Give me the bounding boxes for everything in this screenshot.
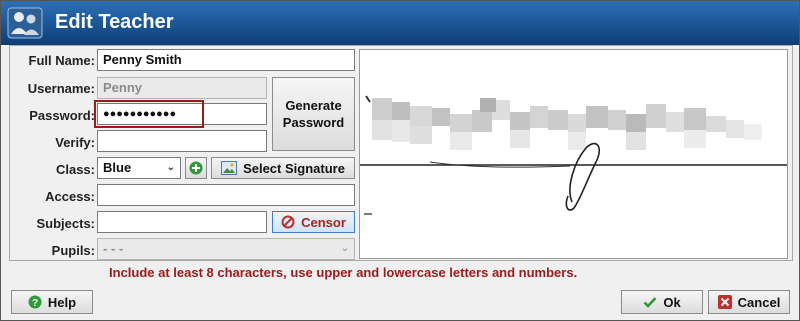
censor-label: Censor: [301, 214, 346, 230]
ok-button[interactable]: Ok: [621, 290, 703, 314]
close-icon: [717, 295, 732, 309]
edit-teacher-dialog: Edit Teacher Full Name: Penny Smith User…: [0, 0, 800, 321]
image-icon: [221, 161, 238, 175]
chevron-down-icon: ⌄: [340, 243, 349, 254]
access-label: Access:: [45, 189, 95, 204]
checkmark-icon: [643, 297, 657, 308]
verify-label: Verify:: [55, 135, 95, 150]
plus-circle-icon: [189, 161, 203, 175]
signature-preview: [359, 49, 788, 259]
cancel-label: Cancel: [737, 294, 781, 310]
access-field[interactable]: [97, 184, 355, 206]
class-select-value: Blue: [103, 160, 132, 175]
help-button[interactable]: ? Help: [11, 290, 93, 314]
verify-field[interactable]: [97, 130, 267, 152]
select-signature-button[interactable]: Select Signature: [211, 157, 355, 179]
full-name-field[interactable]: Penny Smith: [97, 49, 355, 71]
pupils-select[interactable]: - - - ⌄: [97, 238, 355, 260]
help-icon: ?: [28, 295, 42, 309]
select-signature-label: Select Signature: [243, 160, 345, 176]
add-class-button[interactable]: [185, 157, 207, 179]
teachers-icon: [7, 7, 43, 39]
validation-message: Include at least 8 characters, use upper…: [109, 265, 578, 280]
subjects-field[interactable]: [97, 211, 267, 233]
censor-button[interactable]: Censor: [272, 211, 355, 233]
password-highlight-box: [94, 100, 204, 128]
class-select[interactable]: Blue ⌄: [97, 157, 181, 179]
title-bar[interactable]: Edit Teacher: [1, 1, 799, 45]
full-name-label: Full Name:: [28, 53, 95, 68]
signature-image: [360, 95, 787, 215]
help-label: Help: [47, 294, 77, 310]
class-label: Class:: [55, 162, 95, 177]
generate-password-label-line2: Password: [282, 115, 345, 130]
pupils-label: Pupils:: [51, 243, 95, 258]
generate-password-button[interactable]: Generate Password: [272, 77, 355, 151]
subjects-label: Subjects:: [36, 216, 95, 231]
username-field[interactable]: Penny: [97, 77, 267, 99]
svg-text:?: ?: [32, 298, 38, 309]
cancel-button[interactable]: Cancel: [708, 290, 790, 314]
username-label: Username:: [27, 81, 95, 96]
generate-password-label-line1: Generate: [285, 98, 342, 113]
ok-label: Ok: [663, 294, 681, 310]
pupils-select-value: - - -: [103, 241, 124, 256]
chevron-down-icon: ⌄: [166, 162, 175, 173]
prohibited-icon: [281, 215, 295, 229]
password-label: Password:: [29, 108, 95, 123]
window-title: Edit Teacher: [55, 11, 174, 33]
